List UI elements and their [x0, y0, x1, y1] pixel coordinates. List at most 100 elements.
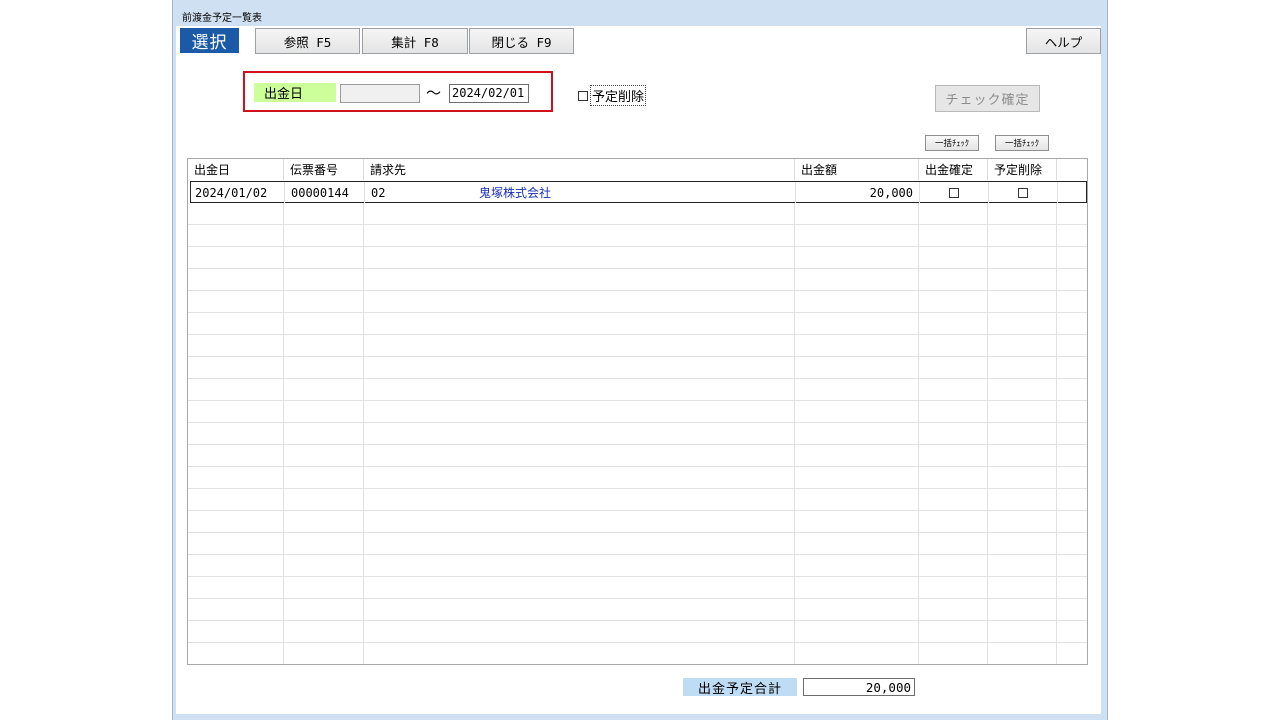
empty-cell [1057, 511, 1087, 532]
empty-cell [284, 291, 364, 312]
date-to-input[interactable]: 2024/02/01 [449, 84, 529, 103]
empty-cell [364, 225, 795, 246]
delete-schedule-label: 予定削除 [590, 85, 647, 106]
table-row-empty[interactable] [188, 335, 1087, 357]
empty-cell [795, 357, 919, 378]
empty-cell [919, 335, 988, 356]
table-row-empty[interactable] [188, 357, 1087, 379]
empty-cell [988, 489, 1057, 510]
cell-voucher: 00000144 [285, 182, 365, 203]
table-row-empty[interactable] [188, 621, 1087, 643]
empty-cell [188, 467, 284, 488]
empty-cell [364, 357, 795, 378]
table-row-empty[interactable] [188, 379, 1087, 401]
help-button[interactable]: ヘルプ [1026, 28, 1101, 54]
client-area: 選択 参照 F5 集計 F8 閉じる F9 ヘルプ 出金日 ～ 2024/02/… [176, 26, 1101, 714]
col-header-date[interactable]: 出金日 [188, 159, 284, 180]
empty-cell [188, 445, 284, 466]
table-row-empty[interactable] [188, 555, 1087, 577]
table-row-empty[interactable] [188, 225, 1087, 247]
empty-cell [364, 621, 795, 642]
delete-checkbox[interactable] [989, 182, 1058, 203]
total-label: 出金予定合計 [683, 678, 797, 697]
table-row-empty[interactable] [188, 533, 1087, 555]
empty-cell [795, 401, 919, 422]
empty-cell [364, 643, 795, 664]
col-header-customer[interactable]: 請求先 [364, 159, 795, 180]
empty-cell [919, 533, 988, 554]
empty-cell [284, 247, 364, 268]
empty-cell [284, 225, 364, 246]
col-header-delete[interactable]: 予定削除 [988, 159, 1057, 180]
delete-schedule-checkbox[interactable]: 予定削除 [578, 85, 647, 106]
empty-cell [188, 423, 284, 444]
empty-cell [988, 225, 1057, 246]
table-row-empty[interactable] [188, 269, 1087, 291]
empty-cell [988, 313, 1057, 334]
close-button[interactable]: 閉じる F9 [469, 28, 574, 54]
empty-cell [795, 291, 919, 312]
empty-cell [188, 511, 284, 532]
table-row-empty[interactable] [188, 423, 1087, 445]
empty-cell [188, 269, 284, 290]
empty-cell [1057, 247, 1087, 268]
empty-cell [795, 203, 919, 224]
table-row-empty[interactable] [188, 577, 1087, 599]
col-header-amount[interactable]: 出金額 [795, 159, 919, 180]
empty-cell [364, 247, 795, 268]
table-row-empty[interactable] [188, 291, 1087, 313]
empty-cell [988, 379, 1057, 400]
table-row-empty[interactable] [188, 203, 1087, 225]
table-row[interactable]: 2024/01/02 00000144 02 鬼塚株式会社 20,000 [190, 181, 1087, 203]
table-row-empty[interactable] [188, 599, 1087, 621]
confirmed-checkbox[interactable] [920, 182, 989, 203]
empty-cell [988, 643, 1057, 664]
bulk-check-delete-button[interactable]: 一括ﾁｪｯｸ [995, 135, 1049, 151]
empty-cell [919, 203, 988, 224]
table-row-empty[interactable] [188, 489, 1087, 511]
empty-cell [919, 621, 988, 642]
empty-cell [364, 467, 795, 488]
select-button[interactable]: 選択 [180, 28, 239, 53]
empty-cell [1057, 401, 1087, 422]
empty-cell [364, 269, 795, 290]
empty-cell [795, 423, 919, 444]
col-header-voucher[interactable]: 伝票番号 [284, 159, 364, 180]
checkbox-icon[interactable] [578, 90, 588, 101]
empty-cell [988, 335, 1057, 356]
empty-cell [988, 401, 1057, 422]
empty-cell [1057, 621, 1087, 642]
table-row-empty[interactable] [188, 445, 1087, 467]
col-header-confirmed[interactable]: 出金確定 [919, 159, 988, 180]
aggregate-button[interactable]: 集計 F8 [362, 28, 468, 54]
confirm-check-button[interactable]: チェック確定 [935, 85, 1040, 112]
empty-cell [364, 291, 795, 312]
table-row-empty[interactable] [188, 511, 1087, 533]
table-row-empty[interactable] [188, 643, 1087, 664]
table-row-empty[interactable] [188, 313, 1087, 335]
empty-cell [1057, 489, 1087, 510]
checkbox-icon[interactable] [949, 187, 959, 198]
empty-cell [919, 643, 988, 664]
app-window: 前渡金予定一覧表 選択 参照 F5 集計 F8 閉じる F9 ヘルプ 出金日 ～… [172, 0, 1108, 720]
empty-cell [919, 467, 988, 488]
empty-cell [364, 577, 795, 598]
empty-cell [284, 379, 364, 400]
empty-cell [919, 357, 988, 378]
bulk-check-confirmed-button[interactable]: 一括ﾁｪｯｸ [925, 135, 979, 151]
empty-cell [188, 313, 284, 334]
reference-button[interactable]: 参照 F5 [255, 28, 360, 54]
empty-cell [188, 379, 284, 400]
empty-cell [364, 335, 795, 356]
table-row-empty[interactable] [188, 247, 1087, 269]
table-row-empty[interactable] [188, 401, 1087, 423]
table-row-empty[interactable] [188, 467, 1087, 489]
empty-cell [919, 225, 988, 246]
schedule-table: 出金日 伝票番号 請求先 出金額 出金確定 予定削除 2024/01/02 00… [187, 158, 1088, 665]
payment-date-label: 出金日 [254, 83, 336, 102]
empty-cell [284, 401, 364, 422]
empty-cell [1057, 291, 1087, 312]
checkbox-icon[interactable] [1018, 187, 1028, 198]
date-from-input[interactable] [340, 84, 420, 103]
empty-cell [364, 489, 795, 510]
